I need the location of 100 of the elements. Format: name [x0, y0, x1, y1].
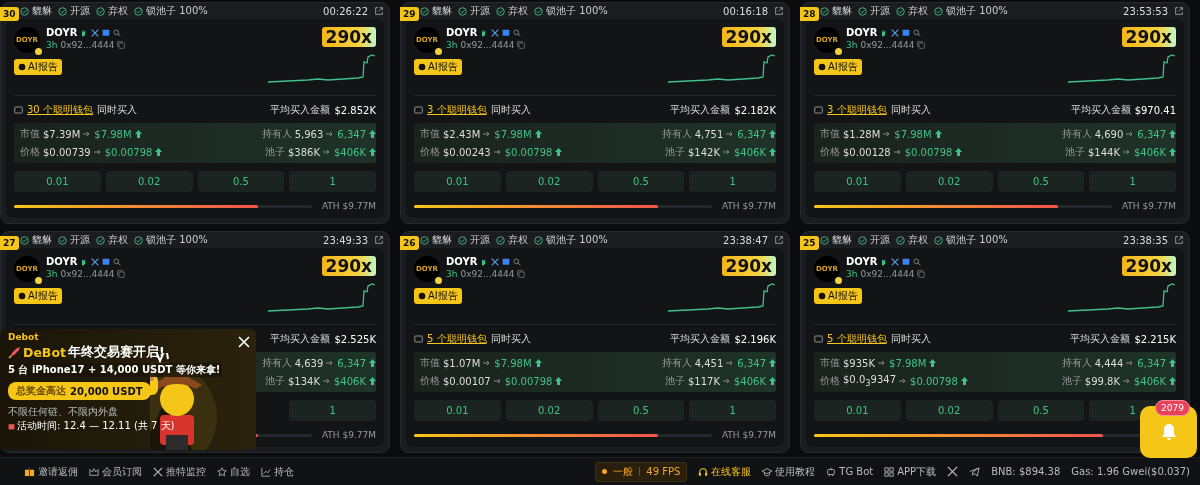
amount-button[interactable]: 1	[689, 171, 776, 192]
token-name: DOYR	[846, 27, 878, 38]
avg-buy-value: $2.215K	[1134, 333, 1176, 345]
stat-new-value: $7.98M	[894, 128, 932, 140]
search-icon	[913, 256, 922, 267]
amount-button[interactable]: 0.5	[597, 171, 685, 192]
bnb-price: BNB: $894.38	[991, 466, 1061, 477]
check-circle-icon	[458, 6, 467, 16]
folder-icon	[14, 105, 23, 115]
check-circle-icon	[420, 6, 429, 16]
stat-value: $144K	[1087, 146, 1120, 158]
folder-icon	[814, 334, 823, 344]
ai-report-button[interactable]: AI报告	[414, 288, 462, 304]
amount-button[interactable]: 0.01	[414, 171, 501, 192]
smart-wallets-link[interactable]: 3 个聪明钱包	[427, 103, 487, 117]
wallets-text: 同时买入	[490, 332, 531, 346]
copy-icon	[517, 269, 526, 279]
notification-toast[interactable]	[1140, 406, 1197, 458]
arrow-icon	[1123, 378, 1131, 384]
check-tag: 开源	[870, 4, 890, 18]
ai-report-button[interactable]: AI报告	[414, 59, 462, 75]
avg-buy-value: $2.196K	[734, 333, 776, 345]
external-link-icon	[1174, 235, 1184, 245]
check-tag: 弃权	[908, 233, 928, 247]
token-age: 3h	[446, 269, 458, 279]
amount-button[interactable]: 0.01	[814, 400, 901, 421]
arrow-icon	[723, 378, 731, 384]
check-circle-icon	[534, 6, 543, 16]
arrow-icon	[326, 360, 335, 366]
stat-label: 池子	[1061, 374, 1082, 388]
time-label: 23:53:53	[1123, 5, 1168, 17]
check-circle-icon	[20, 6, 29, 16]
avg-buy-value: $2.525K	[334, 333, 376, 345]
amount-button[interactable]: 0.5	[997, 171, 1085, 192]
up-arrow-icon	[1169, 377, 1176, 385]
wallets-text: 同时买入	[890, 332, 931, 346]
amount-button[interactable]: 0.5	[197, 171, 285, 192]
footer-link[interactable]: 会员订阅	[89, 464, 142, 479]
token-address: 0x92...4444	[860, 40, 915, 50]
ai-report-button[interactable]: AI报告	[814, 288, 862, 304]
check-circle-icon	[820, 6, 829, 16]
check-tag: 锁池子 100%	[946, 233, 1008, 247]
amount-button[interactable]: 0.01	[414, 400, 501, 421]
amount-button[interactable]: 0.5	[597, 400, 685, 421]
amount-button[interactable]: 0.02	[105, 171, 193, 192]
amount-button[interactable]: 0.5	[997, 400, 1085, 421]
footer-link[interactable]: APP下载	[884, 464, 937, 479]
x-logo-icon	[891, 256, 900, 267]
footer-link[interactable]: 邀请返佣	[24, 464, 78, 479]
amount-button[interactable]: 0.02	[505, 171, 593, 192]
check-circle-icon	[534, 235, 543, 245]
amount-button[interactable]: 0.01	[14, 171, 101, 192]
avg-buy-label: 平均买入金额	[1070, 332, 1131, 346]
smart-wallets-link[interactable]: 5 个聪明钱包	[427, 332, 487, 346]
footer-link[interactable]: 持仓	[261, 464, 294, 479]
footer-link[interactable]: 在线客服	[698, 464, 752, 479]
footer-link[interactable]: 自选	[217, 464, 250, 479]
stat-new-value: $7.98M	[889, 357, 927, 369]
smart-wallets-link[interactable]: 3 个聪明钱包	[827, 103, 887, 117]
amount-button[interactable]: 0.01	[814, 171, 901, 192]
crown-icon	[89, 466, 99, 477]
check-circle-icon	[858, 6, 867, 16]
stat-new-value: $7.98M	[94, 128, 132, 140]
footer-link[interactable]: TG Bot	[826, 466, 874, 477]
check-circle-icon	[134, 235, 143, 245]
ai-report-button[interactable]: AI报告	[14, 288, 62, 304]
search-icon	[913, 27, 922, 38]
search-icon	[513, 27, 522, 38]
stat-value: $117K	[687, 375, 720, 387]
chart-icon	[261, 466, 271, 477]
amount-button[interactable]: 0.02	[905, 400, 993, 421]
up-arrow-icon	[369, 130, 376, 138]
stat-label: 市值	[820, 356, 840, 370]
external-link-icon	[374, 6, 384, 16]
amount-button[interactable]: 0.02	[505, 400, 593, 421]
close-button[interactable]	[237, 335, 251, 349]
smart-wallets-link[interactable]: 5 个聪明钱包	[827, 332, 887, 346]
avg-buy-label: 平均买入金额	[270, 332, 331, 346]
stat-value: $134K	[287, 375, 320, 387]
amount-button[interactable]: 0.02	[905, 171, 993, 192]
amount-button[interactable]: 1	[1089, 171, 1176, 192]
stat-value: 4,751	[694, 128, 724, 140]
check-tag: 锁池子 100%	[546, 4, 608, 18]
wallets-text: 同时买入	[890, 103, 931, 117]
token-address: 0x92...4444	[860, 269, 915, 279]
smart-wallets-link[interactable]: 30 个聪明钱包	[27, 103, 93, 117]
stat-new-value: $406K	[1134, 375, 1166, 387]
amount-button[interactable]: 1	[689, 400, 776, 421]
check-tag: 开源	[70, 233, 90, 247]
ai-report-button[interactable]: AI报告	[14, 59, 62, 75]
footer-link[interactable]: 推特监控	[153, 464, 206, 479]
amount-button[interactable]: 1	[289, 171, 376, 192]
rank-badge: 25	[800, 236, 819, 250]
footer-link[interactable]: 使用教程	[762, 464, 816, 479]
ai-report-button[interactable]: AI报告	[814, 59, 862, 75]
stat-label: 市值	[20, 127, 40, 141]
amount-button[interactable]: 1	[289, 400, 376, 421]
promo-subtitle: 5 台 iPhone17 + 14,000 USDT 等你来拿!	[8, 363, 223, 377]
token-age: 3h	[846, 269, 858, 279]
stat-new-value: 6,347	[1137, 357, 1166, 369]
